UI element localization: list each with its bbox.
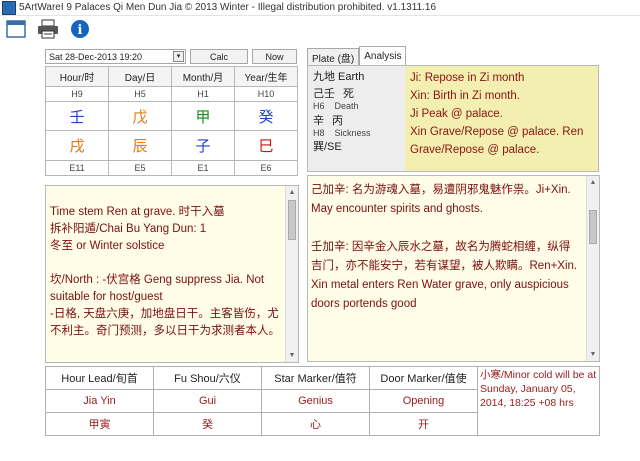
svg-text:i: i	[78, 23, 83, 38]
palace-code: H8	[313, 128, 325, 138]
star-marker-cn: 心	[261, 412, 370, 436]
pillar-stem: 甲	[171, 101, 235, 132]
interpretation-panel-right[interactable]: 己加辛: 名为游魂入墓，易遭阴邪鬼魅作祟。Ji+Xin. May encount…	[307, 175, 600, 362]
door-marker-value: Opening	[369, 389, 478, 413]
pillar-branch: 子	[171, 130, 235, 161]
title-bar: 5ArtWareI 9 Palaces Qi Men Dun Jia © 201…	[0, 0, 640, 16]
summary-line: Ji Peak @ palace.	[410, 108, 503, 120]
printer-icon[interactable]	[36, 18, 60, 40]
pillar-header-month: Month/月	[171, 66, 235, 87]
summary-line: Xin: Birth in Zi month.	[410, 90, 520, 102]
calendar-dropdown-icon[interactable]: ▾	[173, 51, 184, 62]
vertical-scrollbar[interactable]: ▲ ▼	[586, 176, 599, 361]
scroll-up-icon[interactable]: ▲	[587, 176, 599, 189]
text-spacer	[311, 219, 581, 238]
header-hour-lead: Hour Lead/旬首	[45, 366, 154, 390]
vertical-scrollbar[interactable]: ▲ ▼	[285, 186, 298, 362]
palace-star: 丙	[332, 115, 343, 127]
palace-code: H6	[313, 101, 325, 111]
palace-info: 九地 Earth 己壬 死 H6 Death 辛 丙 H8 Sickness 巽…	[308, 66, 405, 171]
palace-direction: 巽/SE	[313, 141, 342, 153]
datetime-row: Sat 28-Dec-2013 19:20 ▾ Calc Now	[45, 49, 297, 65]
text-line: 坎/North : -伏宫格 Geng suppress Jia. Not su…	[50, 274, 265, 303]
header-star-marker: Star Marker/值符	[261, 366, 370, 390]
interpretation-text: Time stem Ren at grave. 时干入墓 拆补阳遁/Chai B…	[46, 186, 298, 340]
hour-lead-value: Jia Yin	[45, 389, 154, 413]
pillar-code: E1	[171, 159, 235, 177]
window-title: 5ArtWareI 9 Palaces Qi Men Dun Jia © 201…	[19, 2, 437, 13]
pillar-code: E5	[108, 159, 172, 177]
scroll-down-icon[interactable]: ▼	[286, 349, 298, 362]
header-fu-shou: Fu Shou/六仪	[153, 366, 262, 390]
pillar-code: E11	[45, 159, 109, 177]
palace-stem-lower: 辛	[313, 115, 324, 127]
pillar-header-year: Year/生年	[234, 66, 298, 87]
summary-line: Xin Grave/Repose @ palace. Ren Grave/Rep…	[410, 126, 584, 156]
info-icon[interactable]: i	[68, 18, 92, 40]
palace-stems: 己壬	[313, 88, 335, 100]
pillar-code: E6	[234, 159, 298, 177]
door-marker-cn: 开	[369, 412, 478, 436]
text-line: 冬至 or Winter solstice	[50, 240, 165, 252]
palace-door: 死	[343, 88, 354, 100]
toolbar: i	[0, 16, 640, 42]
analysis-summary: Ji: Repose in Zi month Xin: Birth in Zi …	[405, 66, 598, 171]
summary-line: Ji: Repose in Zi month	[410, 72, 525, 84]
marker-table: Hour Lead/旬首 Fu Shou/六仪 Star Marker/值符 D…	[45, 366, 600, 436]
app-logo-icon	[2, 0, 16, 15]
scroll-up-icon[interactable]: ▲	[286, 186, 298, 199]
now-button[interactable]: Now	[252, 49, 297, 64]
text-line: 拆补阳遁/Chai Bu Yang Dun: 1	[50, 223, 207, 235]
fu-shou-cn: 癸	[153, 412, 262, 436]
scrollbar-thumb[interactable]	[589, 210, 597, 244]
window-icon[interactable]	[4, 18, 28, 40]
pillar-branch: 戌	[45, 130, 109, 161]
pillar-branch: 辰	[108, 130, 172, 161]
tab-plate[interactable]: Plate (盘)	[307, 48, 360, 65]
calc-button[interactable]: Calc	[190, 49, 248, 64]
pillar-code: H1	[171, 85, 235, 103]
analysis-panel: 九地 Earth 己壬 死 H6 Death 辛 丙 H8 Sickness 巽…	[307, 65, 599, 172]
solar-term-note: 小寒/Minor cold will be at Sunday, January…	[477, 366, 600, 436]
datetime-value: Sat 28-Dec-2013 19:20	[49, 51, 143, 62]
pillar-header-hour: Hour/时	[45, 66, 109, 87]
pillar-stem: 癸	[234, 101, 298, 132]
palace-star-en: Sickness	[334, 128, 371, 138]
palace-deity: 九地 Earth	[313, 71, 365, 83]
tab-analysis[interactable]: Analysis	[359, 46, 407, 65]
text-line: 壬加辛: 因辛金入辰水之墓，故名为腾蛇相缠，纵得吉门，亦不能安宁，若有谋望，被人…	[311, 241, 578, 310]
scrollbar-thumb[interactable]	[288, 200, 296, 240]
pillar-branch: 巳	[234, 130, 298, 161]
hour-lead-cn: 甲寅	[45, 412, 154, 436]
text-line: Time stem Ren at grave. 时干入墓	[50, 206, 225, 218]
pillar-header-day: Day/日	[108, 66, 172, 87]
tab-bar: Plate (盘) Analysis	[307, 46, 407, 65]
datetime-picker[interactable]: Sat 28-Dec-2013 19:20 ▾	[45, 49, 186, 64]
palace-door-en: Death	[334, 101, 359, 111]
text-line: -日格, 天盘六庚，加地盘日干。主客皆伤，尤不利主。奇门预测，多以日干为求测者本…	[50, 308, 280, 337]
interpretation-text: 己加辛: 名为游魂入墓，易遭阴邪鬼魅作祟。Ji+Xin. May encount…	[308, 176, 599, 314]
text-line: 己加辛: 名为游魂入墓，易遭阴邪鬼魅作祟。Ji+Xin. May encount…	[311, 184, 571, 215]
pillar-stem: 壬	[45, 101, 109, 132]
interpretation-panel-left[interactable]: Time stem Ren at grave. 时干入墓 拆补阳遁/Chai B…	[45, 185, 299, 363]
pillar-code: H9	[45, 85, 109, 103]
text-spacer	[50, 255, 282, 272]
pillar-code: H10	[234, 85, 298, 103]
four-pillars-table: Hour/时 Day/日 Month/月 Year/生年 H9 H5 H1 H1…	[45, 66, 298, 177]
star-marker-value: Genius	[261, 389, 370, 413]
pillar-stem: 戊	[108, 101, 172, 132]
scroll-down-icon[interactable]: ▼	[587, 348, 599, 361]
fu-shou-value: Gui	[153, 389, 262, 413]
header-door-marker: Door Marker/值使	[369, 366, 478, 390]
pillar-code: H5	[108, 85, 172, 103]
